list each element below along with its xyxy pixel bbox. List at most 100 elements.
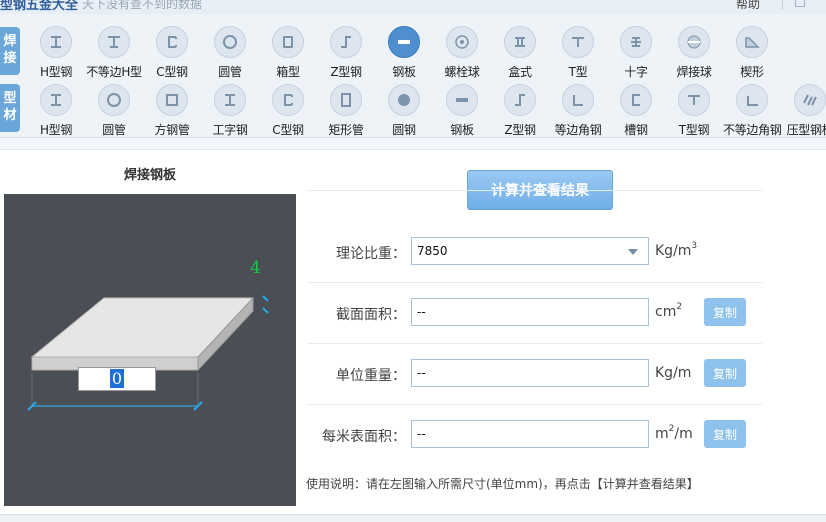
corrugated-plate-icon <box>794 84 826 116</box>
equal-angle-icon <box>562 84 594 116</box>
round-bar-icon <box>388 84 420 116</box>
tool-label: 等边角钢 <box>554 123 602 137</box>
tool-label: T型钢 <box>678 123 710 137</box>
tool-label: C型钢 <box>272 123 304 137</box>
tool-label: 箱型 <box>276 65 300 79</box>
ribbon-shadow-band <box>0 138 826 150</box>
copy-area-button[interactable]: 复制 <box>704 298 746 326</box>
area-unit-sup: 2 <box>676 302 683 312</box>
round-tube-icon <box>98 84 130 116</box>
tool-h-beam[interactable]: H型钢 <box>27 26 85 82</box>
tool-label: 十字 <box>624 65 648 79</box>
cross-section-icon <box>620 26 652 58</box>
plate-top-face <box>30 297 255 358</box>
box-section-icon <box>272 26 304 58</box>
help-menu[interactable]: 帮助 <box>736 0 760 12</box>
tool-plate[interactable]: 钢板 <box>375 26 433 82</box>
tool-label: 槽钢 <box>624 123 648 137</box>
tool-z-section[interactable]: Z型钢 <box>491 84 549 140</box>
area-label: 截面面积： <box>336 307 406 323</box>
category-tab-welding[interactable]: 焊 接 <box>0 27 20 75</box>
window-icon[interactable] <box>795 0 805 7</box>
c-channel-icon <box>272 84 304 116</box>
status-bar <box>0 514 826 522</box>
copy-weight-button[interactable]: 复制 <box>704 359 746 387</box>
unequal-angle-icon <box>736 84 768 116</box>
rect-tube-icon <box>330 84 362 116</box>
tool-label: 圆管 <box>218 65 242 79</box>
tool-label: 方钢管 <box>154 123 190 137</box>
titlebar-divider <box>782 0 783 10</box>
app-title: 型钢五金大全 <box>0 0 79 13</box>
tool-square-tube[interactable]: 方钢管 <box>143 84 201 140</box>
dropdown-arrow-icon[interactable] <box>628 249 638 255</box>
diagram-title: 焊接钢板 <box>123 168 176 183</box>
tool-label: H型钢 <box>39 123 73 137</box>
tool-label: Z型钢 <box>504 123 536 137</box>
tool-label: 压型钢板 <box>786 123 826 137</box>
tool-rect-tube[interactable]: 矩形管 <box>317 84 375 140</box>
density-label: 理论比重： <box>336 246 406 262</box>
tool-round-bar[interactable]: 圆钢 <box>375 84 433 140</box>
tool-i-beam[interactable]: 工字钢 <box>201 84 259 140</box>
tool-label: Z型钢 <box>330 65 362 79</box>
tool-box-type[interactable]: 盒式 <box>491 26 549 82</box>
surface-unit-sup: 2 <box>668 424 675 434</box>
tool-label: 钢板 <box>392 65 416 79</box>
area-field[interactable]: -- <box>411 298 649 326</box>
tool-channel[interactable]: 槽钢 <box>607 84 665 140</box>
app-subtitle: 天下没有查不到的数据 <box>82 0 203 11</box>
tool-unequal-angle[interactable]: 不等边角钢 <box>723 84 782 140</box>
header-divider <box>307 190 762 191</box>
tool-round-tube[interactable]: 圆管 <box>201 26 259 82</box>
tool-box-section[interactable]: 箱型 <box>259 26 317 82</box>
weight-value: -- <box>417 366 426 380</box>
surface-unit-post: /m <box>674 426 693 442</box>
area-unit-text: cm <box>655 304 677 320</box>
tool-label: 圆钢 <box>392 123 416 137</box>
surface-field[interactable]: -- <box>411 420 649 448</box>
plate-icon <box>446 84 478 116</box>
tool-weld-ball[interactable]: 焊接球 <box>665 26 723 82</box>
surface-unit-pre: m <box>655 426 669 442</box>
tool-label: 楔形 <box>740 65 764 79</box>
weight-label: 单位重量： <box>336 368 406 384</box>
tool-h-beam[interactable]: H型钢 <box>27 84 85 140</box>
surface-value: -- <box>417 427 426 441</box>
tool-unequal-h[interactable]: 不等边H型 <box>85 26 143 82</box>
density-unit: Kg/m3 <box>655 241 697 259</box>
tool-t-section[interactable]: T型钢 <box>665 84 723 140</box>
section-ribbon: 焊 接 型 材 H型钢 不等边H型 C型钢 圆管 箱型 Z型钢 钢板 螺栓球 盒式 T型 十字 焊接球… <box>0 14 826 138</box>
tool-label: 盒式 <box>508 65 532 79</box>
bolt-ball-icon <box>446 26 478 58</box>
weight-field[interactable]: -- <box>411 359 649 387</box>
tool-wedge[interactable]: 楔形 <box>723 26 781 82</box>
tool-round-tube[interactable]: 圆管 <box>85 84 143 140</box>
tool-label: 钢板 <box>450 123 474 137</box>
z-section-icon <box>504 84 536 116</box>
thickness-value[interactable]: 4 <box>250 258 261 278</box>
tool-t-section[interactable]: T型 <box>549 26 607 82</box>
tool-label: 不等边H型 <box>86 65 142 79</box>
area-unit: cm2 <box>655 302 683 320</box>
tool-bolt-ball[interactable]: 螺栓球 <box>433 26 491 82</box>
tool-label: T型 <box>568 65 588 79</box>
c-channel-icon <box>156 26 188 58</box>
area-value: -- <box>417 305 426 319</box>
box-type-icon <box>504 26 536 58</box>
tool-c-channel[interactable]: C型钢 <box>259 84 317 140</box>
surface-label: 每米表面积： <box>322 429 406 445</box>
tool-corrugated-plate[interactable]: 压型钢板 <box>781 84 826 140</box>
tool-cross-section[interactable]: 十字 <box>607 26 665 82</box>
row-divider <box>307 282 762 283</box>
tool-z-section[interactable]: Z型钢 <box>317 26 375 82</box>
tool-label: 螺栓球 <box>444 65 480 79</box>
tool-c-channel[interactable]: C型钢 <box>143 26 201 82</box>
category-tab-profiles[interactable]: 型 材 <box>0 84 20 132</box>
tool-equal-angle[interactable]: 等边角钢 <box>549 84 607 140</box>
copy-surface-button[interactable]: 复制 <box>704 420 746 448</box>
tool-label: 不等边角钢 <box>723 123 782 137</box>
width-input[interactable]: 0 <box>78 367 156 391</box>
tool-plate[interactable]: 钢板 <box>433 84 491 140</box>
density-select[interactable]: 7850 <box>411 237 649 265</box>
